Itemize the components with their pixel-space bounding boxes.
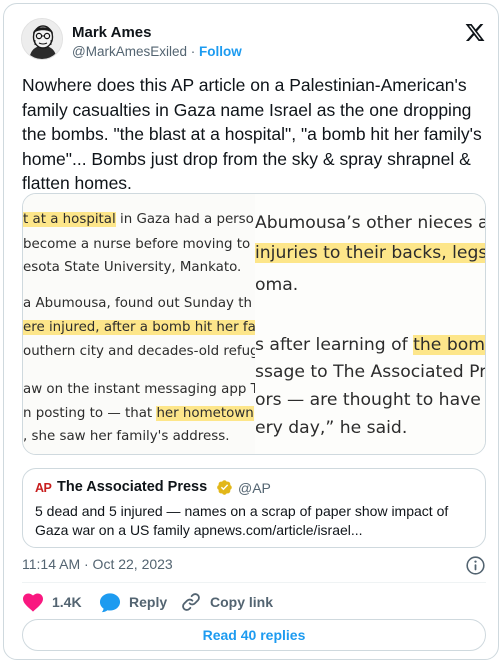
excerpt-text: ery day,” he said. (255, 418, 408, 438)
read-replies-button[interactable]: Read 40 replies (22, 619, 486, 651)
x-logo-icon[interactable] (464, 22, 486, 43)
excerpt-line: s after learning of the bomb (255, 335, 485, 355)
excerpt-text: , she saw her family's address. (23, 429, 230, 444)
gold-verified-badge-icon (217, 480, 232, 495)
avatar-portrait-icon (22, 19, 62, 59)
excerpt-line: injuries to their backs, legs (255, 243, 486, 263)
excerpt-text: aw on the instant messaging app T (23, 382, 255, 397)
copy-link-label: Copy link (210, 594, 274, 610)
excerpt-text: oma. (255, 275, 299, 295)
excerpt-line: t at a hospital in Gaza had a person (23, 212, 255, 227)
excerpt-text: become a nurse before moving to (23, 237, 251, 252)
excerpt-line: a Abumousa, found out Sunday th (23, 296, 252, 311)
excerpt-text: outhern city and decades-old refug (23, 344, 255, 359)
ap-logo: AP (35, 481, 52, 495)
quoted-author-name: The Associated Press (57, 479, 208, 495)
highlighted-text: t at a hospital (23, 212, 116, 227)
excerpt-text: esota State University, Mankato. (23, 260, 242, 275)
info-icon[interactable] (465, 555, 486, 576)
excerpt-text: ors — are thought to have bee (255, 390, 485, 410)
link-icon (182, 593, 200, 611)
author-handle[interactable]: @MarkAmesExiled (72, 44, 187, 59)
excerpt-line: n posting to — that her hometown (23, 406, 254, 421)
excerpt-line: esota State University, Mankato. (23, 260, 241, 275)
copy-link-button[interactable]: Copy link (180, 591, 273, 613)
meta-separator: · (186, 44, 199, 59)
highlighted-text: ere injured, after a bomb hit her fa (23, 320, 255, 335)
excerpt-line: oma. (255, 275, 298, 295)
excerpt-line: ery day,” he said. (255, 418, 407, 438)
follow-button[interactable]: Follow (199, 44, 242, 59)
highlighted-text: her hometown (156, 406, 254, 421)
excerpt-text: in Gaza had a person (115, 212, 255, 227)
quoted-tweet-text: 5 dead and 5 injured — names on a scrap … (35, 503, 449, 538)
excerpt-line: aw on the instant messaging app T (23, 382, 255, 397)
excerpt-line: become a nurse before moving to (23, 237, 250, 252)
reply-label: Reply (129, 594, 168, 610)
like-button[interactable]: 1.4K (22, 591, 82, 613)
highlighted-text: the bomb (413, 335, 485, 355)
excerpt-text: s after learning of (255, 335, 414, 355)
article-excerpt-right: Abumousa’s other nieces a injuries to the… (255, 194, 486, 454)
divider (22, 582, 486, 583)
excerpt-line: ere injured, after a bomb hit her fa (23, 320, 255, 335)
speech-bubble-icon (99, 592, 121, 612)
excerpt-text: a Abumousa, found out Sunday th (23, 296, 252, 311)
author-name[interactable]: Mark Ames (72, 24, 151, 41)
quoted-author-handle: @AP (238, 480, 271, 496)
author-meta: @MarkAmesExiled · Follow (72, 44, 242, 59)
like-count: 1.4K (52, 594, 82, 610)
excerpt-line: Abumousa’s other nieces a (255, 213, 486, 233)
tweet-text: Nowhere does this AP article on a Palest… (22, 75, 482, 193)
excerpt-line: outhern city and decades-old refug (23, 344, 255, 359)
highlighted-text: injuries to their backs, legs (255, 243, 486, 263)
tweet-card: Mark Ames @MarkAmesExiled · Follow Nowhe… (3, 3, 499, 660)
article-excerpt-left: t at a hospital in Gaza had a person bec… (23, 194, 255, 454)
reply-button[interactable]: Reply (99, 591, 167, 613)
excerpt-text: ssage to The Associated Pres (255, 362, 486, 382)
excerpt-line: ssage to The Associated Pres (255, 362, 486, 382)
author-avatar[interactable] (21, 18, 63, 60)
article-screenshot-image[interactable]: t at a hospital in Gaza had a person bec… (22, 193, 486, 455)
heart-icon (23, 593, 43, 612)
quoted-tweet[interactable]: AP The Associated Press @AP 5 dead and 5… (22, 468, 486, 548)
excerpt-text: n posting to — that (23, 406, 157, 421)
excerpt-text: Abumousa’s other nieces a (255, 213, 486, 233)
excerpt-line: , she saw her family's address. (23, 429, 229, 444)
excerpt-line: ors — are thought to have bee (255, 390, 485, 410)
tweet-timestamp[interactable]: 11:14 AM · Oct 22, 2023 (22, 556, 173, 572)
